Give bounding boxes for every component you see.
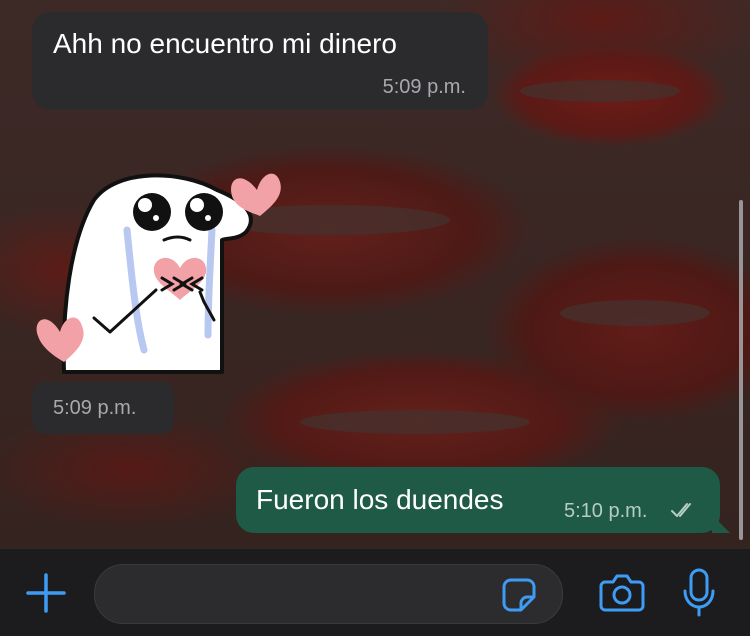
message-input-field[interactable] [94, 564, 563, 625]
double-check-icon [670, 501, 698, 524]
message-input[interactable] [113, 565, 497, 625]
message-text: Ahh no encuentro mi dinero [53, 28, 397, 59]
incoming-message[interactable]: Ahh no encuentro mi dinero 5:09 p.m. [32, 12, 488, 110]
sticker-icon[interactable] [498, 574, 540, 616]
crying-ghost-sticker [36, 173, 281, 374]
microphone-icon[interactable] [676, 565, 722, 621]
plus-icon[interactable] [22, 569, 70, 617]
outgoing-message[interactable]: Fueron los duendes 5:10 p.m. [236, 467, 730, 533]
message-text: Fueron los duendes [256, 484, 504, 515]
message-time: 5:09 p.m. [382, 76, 466, 98]
message-time: 5:10 p.m. [564, 500, 648, 522]
sticker-time-badge: 5:09 p.m. [32, 382, 174, 434]
sticker-message[interactable] [32, 160, 287, 380]
message-composer [0, 548, 750, 636]
camera-icon[interactable] [596, 567, 648, 617]
message-time: 5:09 p.m. [53, 397, 137, 419]
chat-scrollbar[interactable] [739, 200, 743, 540]
